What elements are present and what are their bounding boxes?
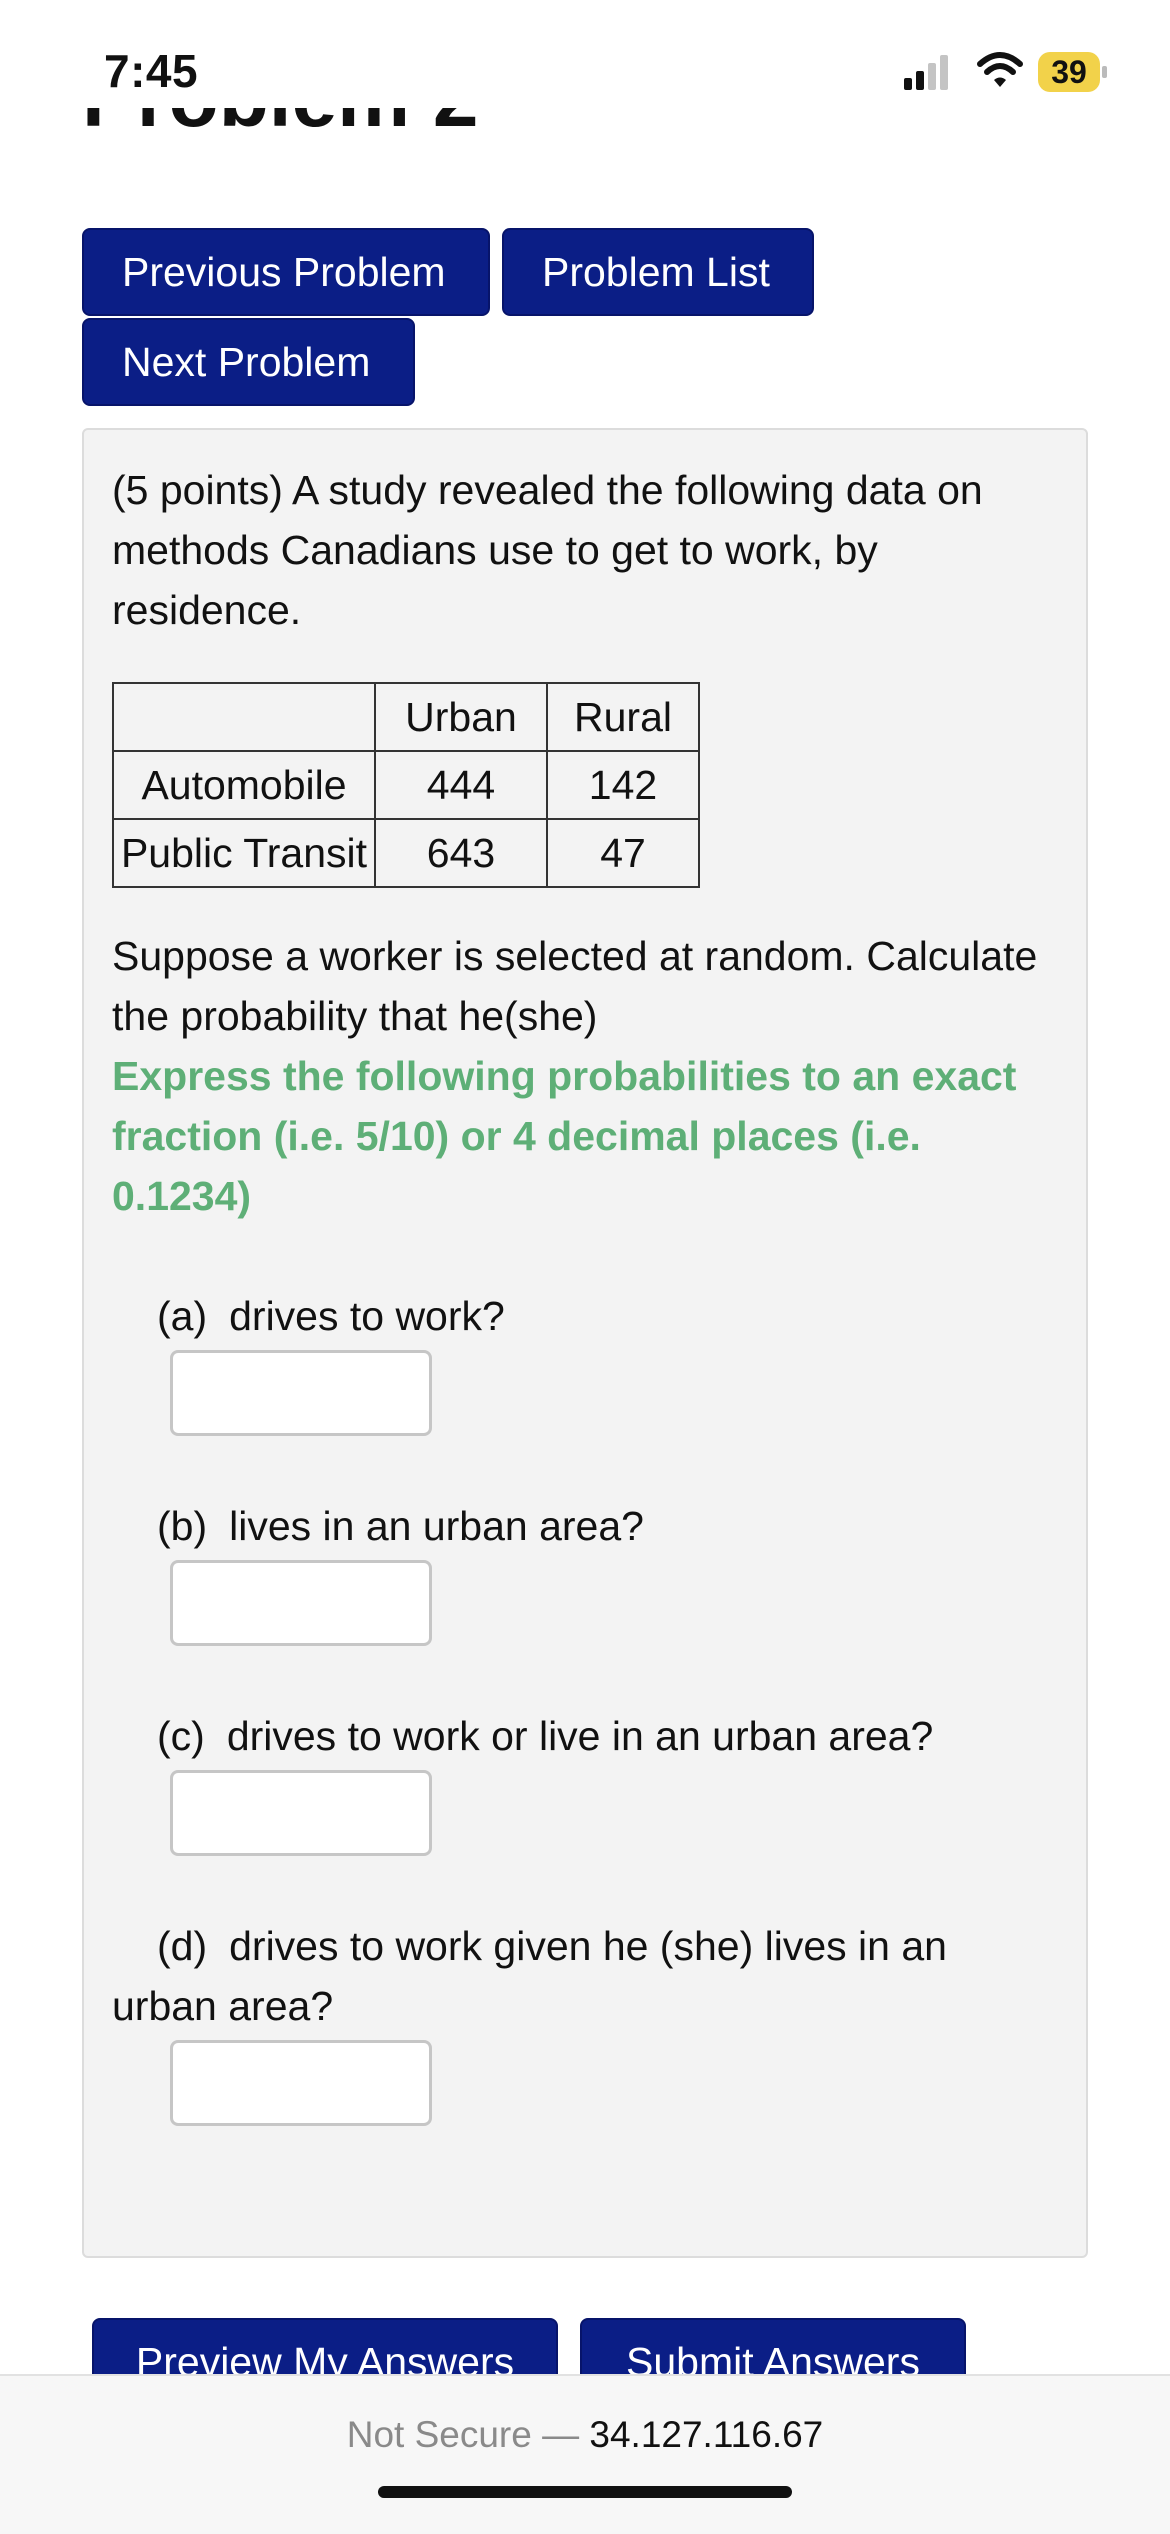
question-label: (d) (157, 1923, 208, 1969)
problem-panel: (5 points) A study revealed the followin… (82, 428, 1088, 2258)
browser-address-bar[interactable]: Not Secure — 34.127.116.67 (0, 2374, 1170, 2534)
table-header-cell: Rural (546, 682, 700, 752)
question-d: (d) drives to work given he (she) lives i… (112, 1916, 1052, 2036)
table-header-cell: Urban (374, 682, 548, 752)
previous-problem-button[interactable]: Previous Problem (82, 228, 490, 316)
question-text: drives to work given he (she) lives in a… (112, 1923, 947, 2029)
data-table: Urban Rural Automobile 444 142 Public Tr… (112, 682, 700, 888)
table-row: Automobile 444 142 (112, 750, 700, 820)
table-header-cell (112, 682, 376, 752)
battery-cap (1102, 66, 1107, 78)
answer-input-c[interactable] (170, 1770, 432, 1856)
question-label: (c) (157, 1713, 205, 1759)
problem-prompt: Suppose a worker is selected at random. … (112, 933, 1038, 1039)
question-b: (b) lives in an urban area? (157, 1496, 644, 1556)
cellular-signal-icon (904, 55, 948, 90)
table-cell: 47 (546, 818, 700, 888)
table-row: Public Transit 643 47 (112, 818, 700, 888)
table-cell: 444 (374, 750, 548, 820)
address-separator: — (531, 2414, 590, 2455)
battery-level: 39 (1038, 52, 1100, 92)
answer-input-d[interactable] (170, 2040, 432, 2126)
address-text[interactable]: Not Secure — 34.127.116.67 (0, 2414, 1170, 2456)
question-text: drives to work or live in an urban area? (226, 1713, 934, 1759)
question-text: lives in an urban area? (229, 1503, 644, 1549)
home-indicator[interactable] (378, 2486, 792, 2498)
page-title-clipped: Problem 2 (0, 108, 1170, 158)
question-label: (b) (157, 1503, 208, 1549)
question-label: (a) (157, 1293, 208, 1339)
next-problem-button[interactable]: Next Problem (82, 318, 415, 406)
table-cell: Public Transit (112, 818, 376, 888)
battery-icon: 39 (1038, 52, 1108, 92)
question-a: (a) drives to work? (157, 1286, 505, 1346)
page-title: Problem 2 (82, 108, 478, 146)
answer-format-instructions: Express the following probabilities to a… (112, 1053, 1017, 1219)
question-c: (c) drives to work or live in an urban ar… (157, 1706, 933, 1766)
answer-input-a[interactable] (170, 1350, 432, 1436)
clock: 7:45 (104, 45, 199, 97)
wifi-icon (977, 52, 1023, 87)
table-cell: 643 (374, 818, 548, 888)
table-header-row: Urban Rural (112, 682, 700, 752)
problem-list-button[interactable]: Problem List (502, 228, 814, 316)
question-text: drives to work? (229, 1293, 505, 1339)
answer-input-b[interactable] (170, 1560, 432, 1646)
table-cell: Automobile (112, 750, 376, 820)
not-secure-label: Not Secure (346, 2414, 532, 2455)
problem-intro: (5 points) A study revealed the followin… (112, 467, 983, 633)
table-cell: 142 (546, 750, 700, 820)
host-address: 34.127.116.67 (589, 2414, 824, 2455)
